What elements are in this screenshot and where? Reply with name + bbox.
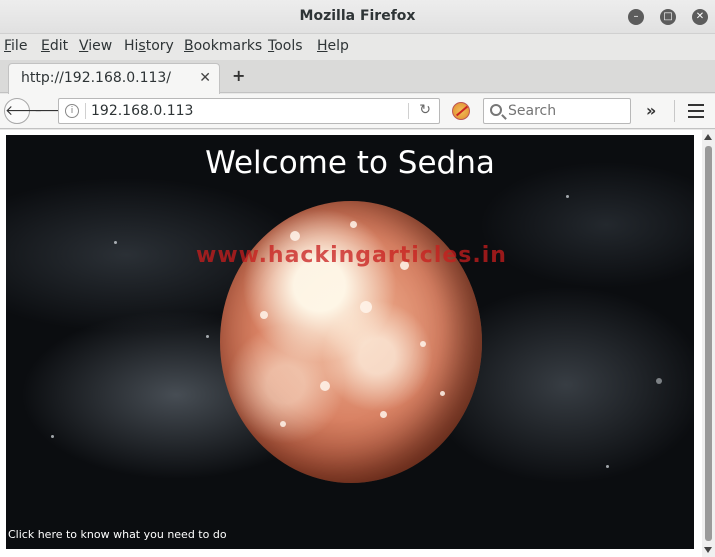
nav-bar: 🡐 🡒 i 192.168.0.113 ↻ » (0, 94, 715, 129)
tab-strip: http://192.168.0.113/ ✕ + (0, 60, 715, 94)
vertical-scrollbar[interactable] (702, 130, 715, 557)
star (606, 465, 609, 468)
close-window-icon[interactable]: ✕ (692, 9, 708, 25)
blocker-addon-icon[interactable] (452, 102, 470, 120)
instructions-link[interactable]: Click here to know what you need to do (8, 528, 227, 541)
scroll-down-icon[interactable] (704, 547, 712, 553)
star (114, 241, 117, 244)
scrollbar-thumb[interactable] (705, 146, 712, 541)
menu-view[interactable]: View (79, 38, 112, 54)
watermark: www.hackingarticles.in (196, 243, 507, 268)
search-icon (490, 104, 502, 116)
menu-file[interactable]: File (4, 38, 27, 54)
page-background: Welcome to Sedna www.hackingarticles.in … (6, 135, 694, 549)
menu-history[interactable]: History (124, 38, 174, 54)
minimize-icon[interactable]: – (628, 9, 644, 25)
url-bar[interactable]: i 192.168.0.113 ↻ (58, 98, 440, 124)
star (206, 335, 209, 338)
star (51, 435, 54, 438)
page-title: Welcome to Sedna (205, 145, 495, 181)
info-icon[interactable]: i (65, 104, 79, 118)
content-viewport: Welcome to Sedna www.hackingarticles.in … (0, 130, 715, 557)
menu-bar: File Edit View History Bookmarks Tools H… (0, 35, 715, 59)
reload-icon[interactable]: ↻ (419, 102, 431, 118)
back-button[interactable]: 🡐 (4, 98, 43, 124)
search-input[interactable] (508, 102, 626, 120)
scroll-up-icon[interactable] (704, 134, 712, 140)
hamburger-menu-icon[interactable] (688, 104, 704, 118)
menu-edit[interactable]: Edit (41, 38, 68, 54)
url-text[interactable]: 192.168.0.113 (91, 103, 193, 119)
menu-help[interactable]: Help (317, 38, 349, 54)
tab-close-icon[interactable]: ✕ (199, 70, 211, 86)
tab-active[interactable]: http://192.168.0.113/ ✕ (8, 63, 220, 94)
divider (85, 103, 86, 119)
window-title: Mozilla Firefox (299, 8, 416, 24)
divider (674, 100, 675, 122)
new-tab-icon[interactable]: + (232, 66, 245, 85)
divider (408, 103, 409, 119)
star (566, 195, 569, 198)
title-bar: Mozilla Firefox – □ ✕ (0, 0, 715, 34)
search-box[interactable] (483, 98, 631, 124)
tab-label: http://192.168.0.113/ (21, 70, 172, 86)
maximize-icon[interactable]: □ (660, 9, 676, 25)
menu-bookmarks[interactable]: Bookmarks (184, 38, 262, 54)
menu-tools[interactable]: Tools (268, 38, 303, 54)
star (656, 378, 662, 384)
overflow-chevron-icon[interactable]: » (646, 101, 656, 120)
